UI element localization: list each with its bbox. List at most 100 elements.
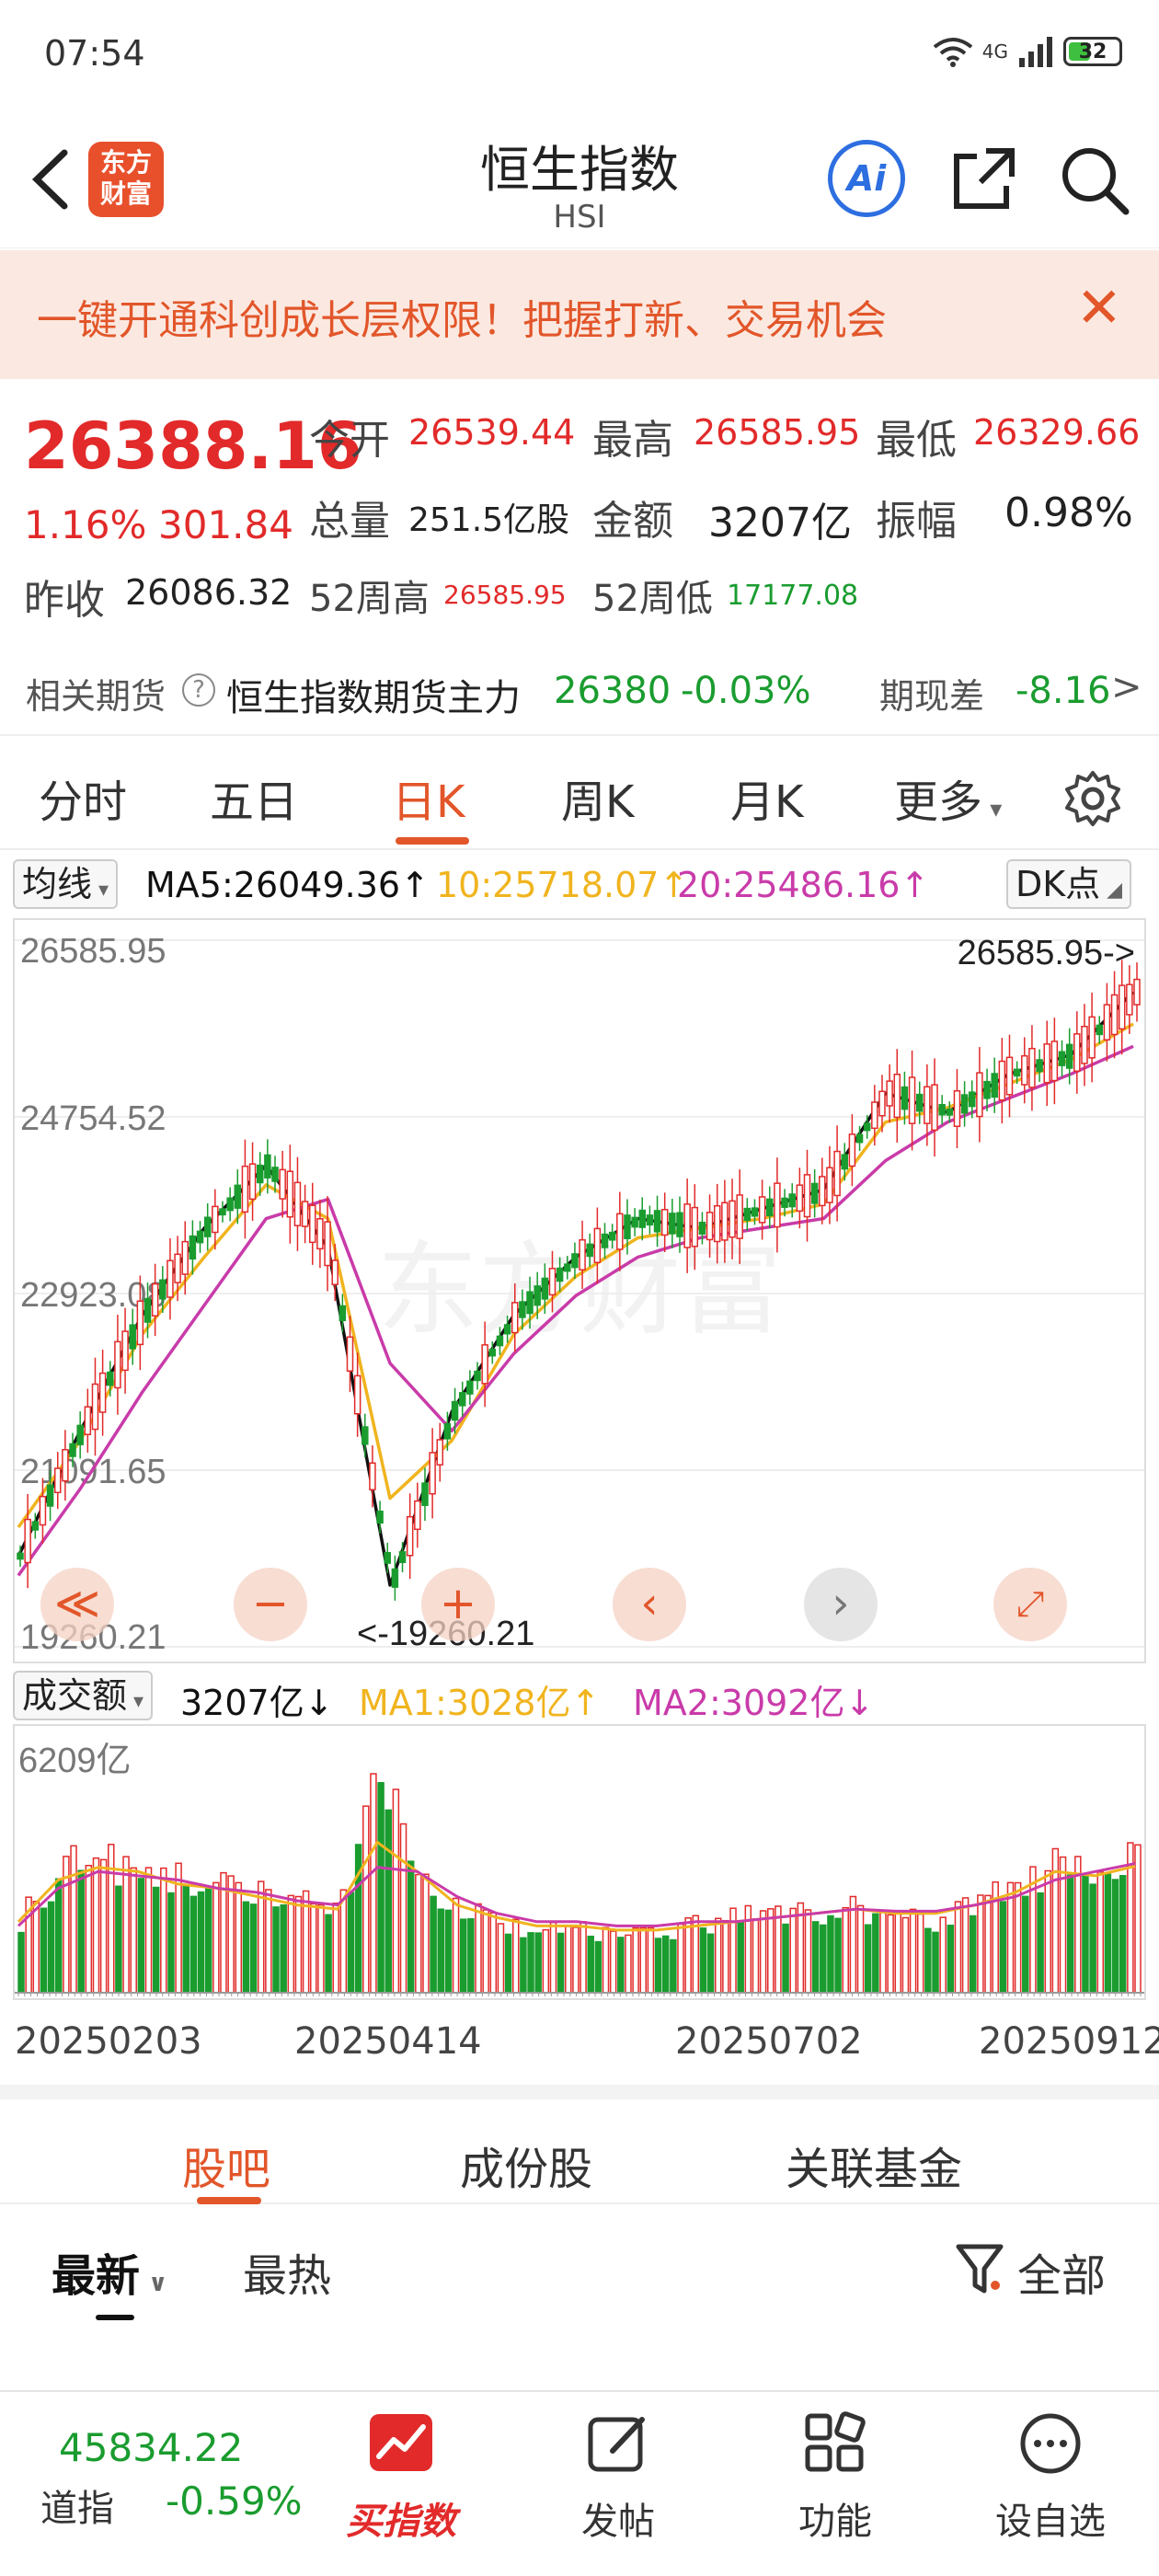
settings-icon[interactable] bbox=[1063, 769, 1122, 828]
filter-all[interactable]: 全部 bbox=[1017, 2239, 1106, 2304]
volume-bar bbox=[632, 1926, 639, 1994]
candle-body bbox=[107, 1371, 114, 1386]
add-watchlist-label[interactable]: 设自选 bbox=[968, 2491, 1133, 2545]
candle-body bbox=[421, 1482, 429, 1506]
tab-constituents[interactable]: 成份股 bbox=[460, 2133, 592, 2197]
page-title: 恒生指数 bbox=[480, 141, 679, 199]
share-icon[interactable] bbox=[949, 144, 1019, 213]
volume-bar bbox=[804, 1909, 812, 1994]
kline-chart-svg[interactable]: 东方财富26585.9524754.5222923.0821091.651926… bbox=[15, 920, 1144, 1662]
back-icon[interactable] bbox=[28, 147, 83, 212]
dk-point-button[interactable]: DK点 ◢ bbox=[1006, 859, 1132, 909]
volume-bar bbox=[924, 1927, 932, 1994]
prev-close-label: 昨收 bbox=[24, 577, 105, 624]
candle-body bbox=[1021, 1054, 1028, 1086]
search-icon[interactable] bbox=[1058, 144, 1131, 217]
tab-related-funds[interactable]: 关联基金 bbox=[786, 2133, 962, 2197]
chevron-right-icon[interactable]: > bbox=[1111, 666, 1142, 708]
candle-body bbox=[616, 1213, 624, 1250]
candle-body bbox=[878, 1090, 886, 1117]
help-icon[interactable]: ? bbox=[182, 673, 215, 707]
candle-body bbox=[376, 1511, 384, 1524]
tab-intraday[interactable]: 分时 bbox=[39, 765, 127, 830]
volume-bar bbox=[204, 1888, 212, 1994]
candle-body bbox=[781, 1197, 788, 1208]
candle-body bbox=[474, 1370, 481, 1382]
banner-text[interactable]: 一键开通科创成长层权限！把握打新、交易机会 bbox=[37, 287, 887, 346]
buy-index-label[interactable]: 买指数 bbox=[318, 2491, 484, 2545]
post-label[interactable]: 发帖 bbox=[535, 2491, 701, 2545]
volume-bar bbox=[654, 1938, 662, 1994]
volume-bar bbox=[452, 1897, 460, 1994]
tab-more[interactable]: 更多 ▾ bbox=[894, 765, 1002, 830]
volume-bar bbox=[639, 1926, 648, 1994]
zoom-in-icon[interactable]: + bbox=[421, 1568, 495, 1641]
chevron-left-icon[interactable]: ‹ bbox=[613, 1568, 686, 1641]
volume-bar bbox=[961, 1897, 970, 1994]
candle-body bbox=[676, 1212, 683, 1237]
volume-bar bbox=[137, 1878, 145, 1994]
volume-bar bbox=[565, 1926, 572, 1994]
ai-button[interactable]: Ai bbox=[828, 140, 905, 217]
candle-body bbox=[608, 1231, 616, 1241]
tab-weekly-k[interactable]: 周K bbox=[561, 765, 634, 830]
candle-body bbox=[774, 1182, 781, 1228]
more-icon[interactable] bbox=[1017, 2410, 1084, 2477]
filter-icon[interactable] bbox=[955, 2241, 1004, 2296]
post-icon[interactable] bbox=[585, 2410, 651, 2477]
candle-body bbox=[556, 1267, 564, 1282]
volume-bar bbox=[706, 1933, 715, 1994]
promo-banner[interactable]: 一键开通科创成长层权限！把握打新、交易机会 ✕ bbox=[0, 250, 1159, 379]
kline-chart[interactable]: 东方财富26585.9524754.5222923.0821091.651926… bbox=[13, 918, 1146, 1663]
close-icon[interactable]: ✕ bbox=[1076, 276, 1122, 340]
functions-label[interactable]: 功能 bbox=[752, 2491, 918, 2545]
volume-bar bbox=[475, 1903, 482, 1994]
dji-pct[interactable]: -0.59% bbox=[166, 2478, 303, 2524]
candle-body bbox=[436, 1439, 444, 1466]
dji-value[interactable]: 45834.22 bbox=[59, 2425, 243, 2470]
tab-five-day[interactable]: 五日 bbox=[210, 765, 298, 830]
volume-bar bbox=[294, 1895, 303, 1994]
candle-body bbox=[638, 1209, 647, 1228]
volume-bar bbox=[670, 1938, 677, 1994]
volume-value: 251.5亿股 bbox=[408, 501, 570, 539]
candle-body bbox=[84, 1406, 92, 1435]
dji-label[interactable]: 道指 bbox=[40, 2478, 114, 2532]
buy-index-icon[interactable] bbox=[366, 2410, 436, 2475]
volume-chart[interactable]: 6209亿 bbox=[13, 1724, 1146, 2000]
related-futures-row[interactable]: 相关期货 ? 恒生指数期货主力 26380 -0.03% 期现差 -8.16 > bbox=[0, 644, 1159, 736]
candle-body bbox=[976, 1072, 983, 1118]
grid-icon[interactable] bbox=[802, 2410, 868, 2477]
candle-body bbox=[309, 1204, 316, 1244]
candle-body bbox=[511, 1302, 519, 1334]
network-label: 4G bbox=[981, 40, 1008, 63]
filter-indicator bbox=[96, 2315, 134, 2320]
open-label: 今开 bbox=[309, 417, 390, 464]
w52-low-value: 17177.08 bbox=[727, 580, 859, 612]
fullscreen-icon[interactable]: ⤢ bbox=[993, 1568, 1067, 1641]
volume-select[interactable]: 成交额 ▾ bbox=[13, 1671, 154, 1720]
jump-start-icon[interactable]: ≪ bbox=[40, 1568, 114, 1641]
volume-chart-svg[interactable]: 6209亿 bbox=[15, 1726, 1144, 1998]
volume-bar bbox=[699, 1927, 707, 1994]
open-value: 26539.44 bbox=[408, 412, 576, 453]
tab-guba[interactable]: 股吧 bbox=[182, 2133, 270, 2197]
ma-select[interactable]: 均线 ▾ bbox=[13, 859, 119, 909]
candle-body bbox=[17, 1552, 24, 1560]
volume-bar bbox=[227, 1875, 235, 1994]
tab-monthly-k[interactable]: 月K bbox=[730, 765, 803, 830]
volume-bar bbox=[415, 1873, 422, 1994]
volume-bar bbox=[520, 1937, 527, 1994]
filter-latest[interactable]: 最新 ∨ bbox=[52, 2239, 167, 2304]
candle-body bbox=[803, 1174, 811, 1218]
candle-body bbox=[924, 1086, 931, 1124]
chevron-right-icon[interactable]: › bbox=[804, 1568, 878, 1641]
volume-bar bbox=[782, 1923, 789, 1994]
zoom-out-icon[interactable]: − bbox=[234, 1568, 307, 1641]
volume-bar bbox=[894, 1911, 902, 1994]
candle-body bbox=[24, 1518, 31, 1564]
filter-hot[interactable]: 最热 bbox=[243, 2239, 331, 2304]
futures-name[interactable]: 恒生指数期货主力 bbox=[226, 668, 521, 721]
volume-bar bbox=[775, 1905, 782, 1994]
tab-daily-k[interactable]: 日K bbox=[392, 765, 465, 830]
